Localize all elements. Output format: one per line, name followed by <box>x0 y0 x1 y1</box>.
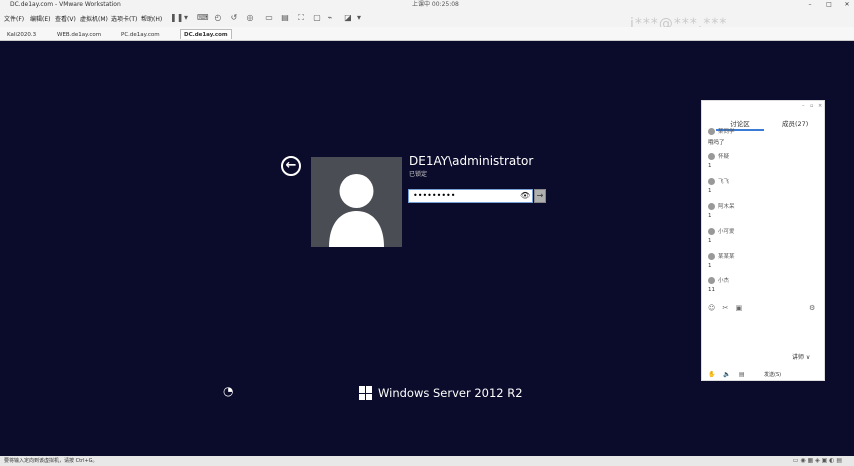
chat-text: 1 <box>708 238 712 244</box>
chat-panel: – ▫ × 讨论区 成员(27) 某同学 哦吗了 怀疑 1 飞飞 1 阿木呆 1 小可爱… <box>701 100 825 381</box>
hand-icon[interactable]: ✋ <box>708 371 715 378</box>
chat-message: 怀疑 1 <box>708 152 729 169</box>
minimize-icon[interactable]: – <box>805 0 815 9</box>
snapshot-icon[interactable]: ◴ <box>213 13 223 23</box>
ease-of-access-icon[interactable]: ◔ <box>223 384 233 398</box>
close-icon[interactable]: ✕ <box>842 0 852 9</box>
send-button[interactable]: 发送(S) <box>764 371 781 378</box>
unity-icon[interactable]: ▢ <box>312 13 322 23</box>
chat-message: 小杰 11 <box>708 276 729 293</box>
chat-toolbar: ☺ ✂ ▣ <box>708 304 747 312</box>
chat-text: 哦吗了 <box>708 140 725 146</box>
chat-text: 1 <box>708 188 712 194</box>
menu-view[interactable]: 查看(V) <box>55 14 76 23</box>
emoji-icon[interactable]: ☺ <box>708 304 715 312</box>
chat-user: 小杰 <box>718 278 730 284</box>
thumbnail-icon[interactable]: ▤ <box>280 13 290 23</box>
menu-tabs[interactable]: 选项卡(T) <box>111 14 137 23</box>
reveal-password-icon[interactable]: 👁 <box>520 191 530 201</box>
recording-indicator: 上课中 00:25:08 <box>412 1 459 8</box>
back-arrow-icon[interactable]: ← <box>281 156 301 176</box>
pin-icon[interactable]: ▫ <box>810 103 813 109</box>
show-library-icon[interactable]: ▭ <box>264 13 274 23</box>
chat-user: 小可爱 <box>718 229 735 235</box>
chat-user: 某某某 <box>718 254 735 260</box>
settings-icon[interactable]: ⚙ <box>809 304 815 312</box>
avatar <box>708 178 715 185</box>
title-bar: DC.de1ay.com - VMware Workstation 上课中 00… <box>0 0 854 9</box>
avatar <box>708 253 715 260</box>
user-avatar <box>311 157 402 247</box>
tab-kali[interactable]: Kali2020.3 <box>4 30 39 40</box>
chat-message: 飞飞 1 <box>708 177 729 194</box>
avatar <box>708 277 715 284</box>
minimize-icon[interactable]: – <box>802 103 805 109</box>
chat-user: 阿木呆 <box>718 204 735 210</box>
chat-text: 1 <box>708 163 712 169</box>
chat-message: 某同学哦吗了 <box>708 127 735 146</box>
chat-message: 阿木呆 1 <box>708 202 735 219</box>
menu-file[interactable]: 文件(F) <box>4 14 24 23</box>
chat-message: 某某某 1 <box>708 252 735 269</box>
maximize-icon[interactable]: □ <box>824 0 834 9</box>
user-silhouette-icon <box>329 174 384 247</box>
chat-user: 飞飞 <box>718 179 730 185</box>
lock-status: 已锁定 <box>409 171 428 178</box>
avatar <box>708 128 715 135</box>
send-target-select[interactable]: 讲师 ∨ <box>792 352 810 361</box>
submit-button[interactable]: → <box>534 189 546 203</box>
os-brand: Windows Server 2012 R2 <box>378 386 523 400</box>
window-title: DC.de1ay.com - VMware Workstation <box>10 1 121 8</box>
fullscreen-icon[interactable]: ⛶ <box>296 13 306 23</box>
chat-user: 某同学 <box>718 129 735 135</box>
pause-icon[interactable]: ❚❚ <box>170 13 183 23</box>
menu-help[interactable]: 帮助(H) <box>141 14 162 23</box>
chat-footer: ✋ 🔈 ▤ <box>708 371 750 378</box>
tab-web[interactable]: WEB.de1ay.com <box>54 30 104 40</box>
login-username: DE1AY\administrator <box>409 154 534 168</box>
chat-text: 11 <box>708 287 715 293</box>
volume-icon[interactable]: 🔈 <box>723 371 730 378</box>
revert-snapshot-icon[interactable]: ↺ <box>229 13 239 23</box>
menu-vm[interactable]: 虚拟机(M) <box>80 14 108 23</box>
console-icon[interactable]: ⌁ <box>325 13 335 23</box>
chat-text: 1 <box>708 263 712 269</box>
file-icon[interactable]: ▤ <box>739 371 745 378</box>
send-ctrl-alt-del-icon[interactable]: ⌨ <box>197 13 209 23</box>
close-icon[interactable]: × <box>818 103 822 109</box>
avatar <box>708 203 715 210</box>
stretch-icon[interactable]: ◪ <box>343 13 353 23</box>
chat-user: 怀疑 <box>718 154 730 160</box>
password-field[interactable]: ••••••••• <box>408 189 533 203</box>
snapshot-manager-icon[interactable]: ◎ <box>245 13 255 23</box>
avatar <box>708 228 715 235</box>
tab-members[interactable]: 成员(27) <box>782 118 808 128</box>
image-icon[interactable]: ▣ <box>736 304 743 312</box>
chevron-down-icon[interactable]: ▾ <box>181 13 191 23</box>
menu-edit[interactable]: 编辑(E) <box>30 14 50 23</box>
status-bar: 要将输入定向到该虚拟机，请按 Ctrl+G。 ▭ ◉ ▦ ◈ ▣ ◐ ▤ <box>0 456 854 466</box>
tab-pc[interactable]: PC.de1ay.com <box>118 30 163 40</box>
status-hint: 要将输入定向到该虚拟机，请按 Ctrl+G。 <box>4 458 98 464</box>
device-status-icons[interactable]: ▭ ◉ ▦ ◈ ▣ ◐ ▤ <box>793 456 842 466</box>
chat-text: 1 <box>708 213 712 219</box>
chat-message: 小可爱 1 <box>708 227 735 244</box>
scissors-icon[interactable]: ✂ <box>723 304 729 312</box>
vm-tab-bar: Kali2020.3 WEB.de1ay.com PC.de1ay.com DC… <box>0 27 854 41</box>
windows-logo-icon <box>359 386 373 400</box>
avatar <box>708 153 715 160</box>
tab-dc[interactable]: DC.de1ay.com <box>180 29 232 39</box>
chevron-down-icon[interactable]: ▾ <box>354 13 364 23</box>
